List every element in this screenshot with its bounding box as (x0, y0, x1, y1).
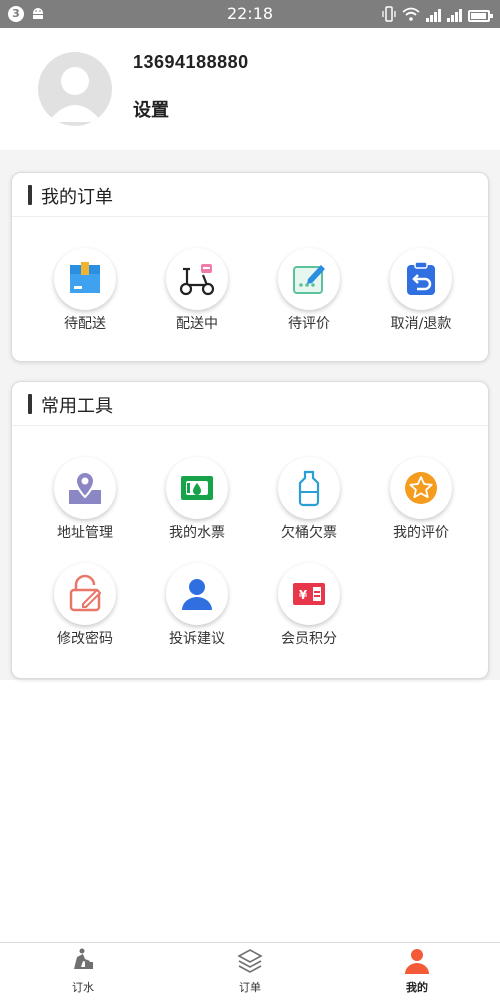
nav-tab-order-water-label: 订水 (72, 981, 94, 994)
nav-tab-orders-label: 订单 (239, 981, 261, 994)
tool-member-points[interactable]: ¥ 会员积分 (249, 563, 369, 648)
tool-complaints-suggestions[interactable]: 投诉建议 (137, 563, 257, 648)
signal-bars-1-icon (426, 8, 441, 22)
nav-tab-me[interactable]: 我的 (377, 947, 457, 995)
status-right (382, 6, 493, 22)
nav-tab-orders[interactable]: 订单 (210, 947, 290, 995)
location-pin-icon (54, 457, 116, 519)
tool-owed-buckets-tickets[interactable]: 欠桶欠票 (249, 457, 369, 542)
wifi-icon (402, 7, 420, 21)
avatar[interactable] (38, 52, 112, 126)
settings-link[interactable]: 设置 (133, 96, 169, 122)
tool-address-management[interactable]: 地址管理 (25, 457, 145, 542)
tool-change-password-label: 修改密码 (57, 631, 113, 647)
review-pen-icon (278, 248, 340, 310)
lock-icon (54, 563, 116, 625)
nav-tab-order-water[interactable]: 订水 (43, 947, 123, 995)
tool-my-water-tickets-label: 我的水票 (169, 525, 225, 541)
person-icon (166, 563, 228, 625)
tool-address-management-label: 地址管理 (57, 525, 113, 541)
tool-member-points-label: 会员积分 (281, 631, 337, 647)
my-orders-header: 我的订单 (12, 173, 488, 217)
order-pending-review[interactable]: 待评价 (249, 248, 369, 333)
tool-owed-buckets-tickets-label: 欠桶欠票 (281, 525, 337, 541)
order-in-delivery[interactable]: 配送中 (137, 248, 257, 333)
order-in-delivery-label: 配送中 (176, 316, 218, 332)
refund-clipboard-icon (390, 248, 452, 310)
delivery-person-icon (74, 948, 93, 969)
order-pending-review-label: 待评价 (288, 316, 330, 332)
common-tools-title: 常用工具 (41, 396, 113, 417)
status-bar: 3 22:18 (0, 0, 500, 28)
profile-header: 13694188880 设置 (0, 28, 500, 150)
scooter-icon (166, 248, 228, 310)
coupon-icon: ¥ (278, 563, 340, 625)
user-icon (405, 949, 429, 974)
order-pending-delivery-label: 待配送 (64, 316, 106, 332)
order-cancel-refund-label: 取消/退款 (390, 316, 452, 332)
tool-complaints-suggestions-label: 投诉建议 (169, 631, 225, 647)
common-tools-card: 常用工具 地址管理 我的水票 欠桶欠票 我的评价 修改密码 投诉建议 ¥ 会员积… (11, 381, 489, 679)
star-icon (390, 457, 452, 519)
order-cancel-refund[interactable]: 取消/退款 (361, 248, 481, 333)
default-avatar-icon (48, 67, 102, 122)
bottom-navigation: 订水 订单 我的 (0, 942, 500, 1000)
tool-change-password[interactable]: 修改密码 (25, 563, 145, 648)
my-orders-title: 我的订单 (41, 187, 113, 208)
layers-icon (237, 949, 263, 973)
water-ticket-icon (166, 457, 228, 519)
water-bottle-icon (278, 457, 340, 519)
section-accent-bar (28, 394, 32, 414)
my-orders-card: 我的订单 待配送 配送中 待评价 取消/退款 (11, 172, 489, 362)
box-icon (54, 248, 116, 310)
tool-my-reviews[interactable]: 我的评价 (361, 457, 481, 542)
phone-number: 13694188880 (133, 52, 249, 72)
tool-my-water-tickets[interactable]: 我的水票 (137, 457, 257, 542)
battery-icon (468, 10, 493, 22)
section-accent-bar (28, 185, 32, 205)
svg-text:¥: ¥ (299, 588, 308, 602)
order-pending-delivery[interactable]: 待配送 (25, 248, 145, 333)
tool-my-reviews-label: 我的评价 (393, 525, 449, 541)
signal-bars-2-icon (447, 8, 462, 22)
common-tools-header: 常用工具 (12, 382, 488, 426)
nav-tab-me-label: 我的 (406, 981, 428, 994)
vibrate-icon (382, 6, 396, 22)
